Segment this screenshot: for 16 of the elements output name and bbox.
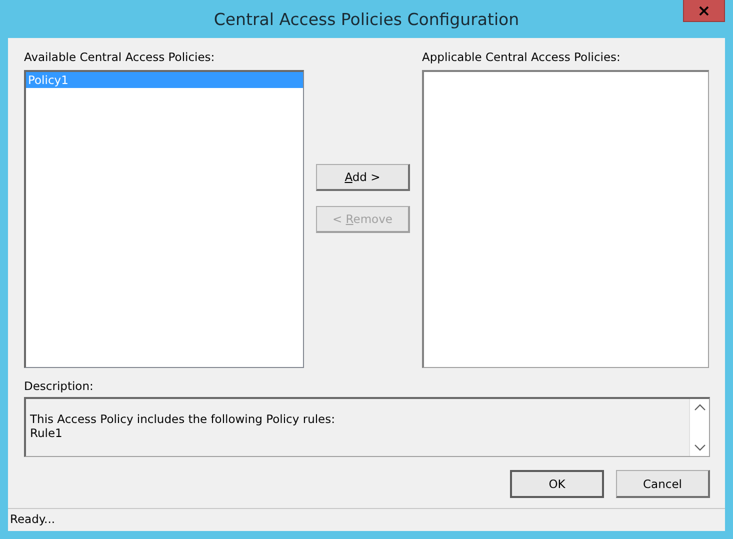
scroll-up-icon[interactable] [694,403,706,411]
description-text: Rule1 [30,426,62,440]
description-text: This Access Policy includes the following Policy rules: [30,412,335,426]
list-label: Available Central Access Policies: [24,50,216,66]
add-button[interactable]: Add > [316,164,410,191]
description-label: Description: [24,379,94,395]
cancel-button[interactable]: Cancel [616,470,710,498]
ok-button[interactable]: OK [510,470,604,498]
status-text: Ready... [10,512,56,526]
list-box[interactable] [422,70,709,368]
scrollbar[interactable] [689,399,709,456]
scroll-down-icon[interactable] [694,444,706,452]
window-title: Central Access Policies Configuration [214,10,520,28]
description-field[interactable]: This Access Policy includes the following Policy rules: Rule1 [24,397,710,457]
close-button[interactable]: × [683,0,725,22]
list-label: Applicable Central Access Policies: [422,50,622,66]
